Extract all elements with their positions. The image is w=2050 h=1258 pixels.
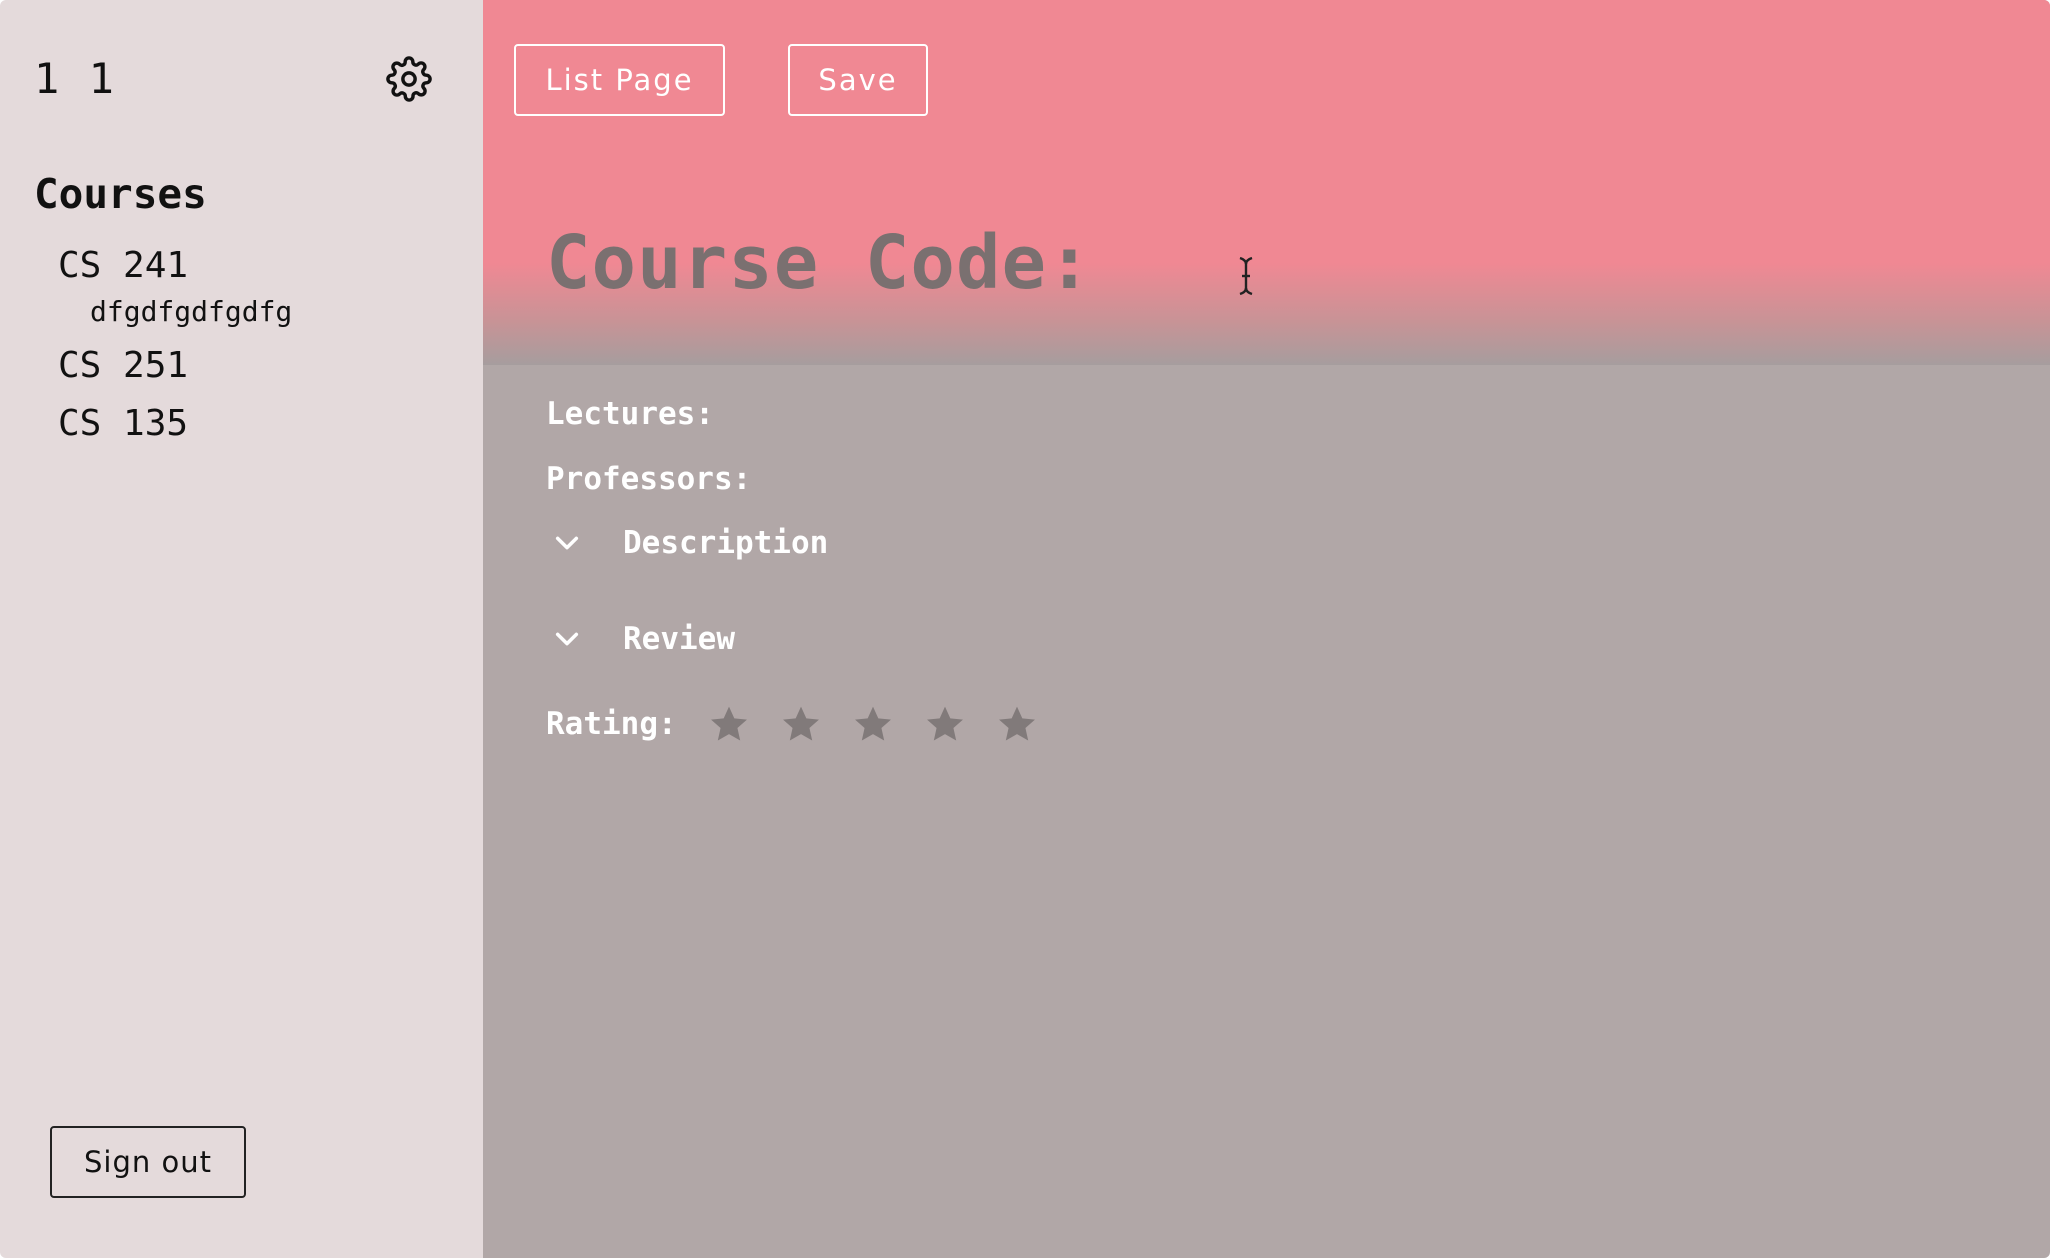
- description-label: Description: [623, 525, 829, 561]
- rating-label: Rating:: [546, 706, 677, 742]
- star-icon[interactable]: [707, 702, 751, 746]
- app-window: 1 1 Courses CS 241 dfgdfgdfgdfg CS 251 C…: [0, 0, 2050, 1258]
- main-content: List Page Save Course Code: Lectures: Pr…: [483, 0, 2050, 1258]
- description-toggle[interactable]: Description: [553, 525, 828, 561]
- gear-icon[interactable]: [386, 56, 432, 102]
- sidebar-item-cs-251[interactable]: CS 251: [58, 340, 458, 392]
- sidebar-item-cs-241[interactable]: CS 241: [58, 240, 458, 292]
- sidebar-item-cs-135[interactable]: CS 135: [58, 398, 458, 450]
- star-icon[interactable]: [923, 702, 967, 746]
- courses-heading: Courses: [34, 170, 207, 218]
- lectures-label: Lectures:: [546, 396, 714, 432]
- rating-stars: [707, 702, 1067, 746]
- sidebar-subitem-cs-241-note[interactable]: dfgdfgdfgdfg: [58, 292, 458, 340]
- rating-row: Rating:: [546, 702, 1067, 746]
- sign-out-button[interactable]: Sign out: [50, 1126, 246, 1198]
- course-list: CS 241 dfgdfgdfgdfg CS 251 CS 135: [58, 240, 458, 450]
- star-icon[interactable]: [779, 702, 823, 746]
- chevron-down-icon: [555, 632, 579, 646]
- chevron-down-icon: [555, 536, 579, 550]
- course-header: List Page Save Course Code:: [483, 0, 2050, 365]
- user-name: 1 1: [34, 54, 116, 103]
- list-page-button[interactable]: List Page: [514, 44, 725, 116]
- review-toggle[interactable]: Review: [553, 621, 735, 657]
- review-label: Review: [623, 621, 735, 657]
- save-button[interactable]: Save: [788, 44, 928, 116]
- star-icon[interactable]: [995, 702, 1039, 746]
- star-icon[interactable]: [851, 702, 895, 746]
- professors-label: Professors:: [546, 461, 752, 497]
- course-code-input[interactable]: Course Code:: [546, 220, 1093, 306]
- text-cursor-icon: [1239, 256, 1253, 296]
- sidebar: 1 1 Courses CS 241 dfgdfgdfgdfg CS 251 C…: [0, 0, 483, 1258]
